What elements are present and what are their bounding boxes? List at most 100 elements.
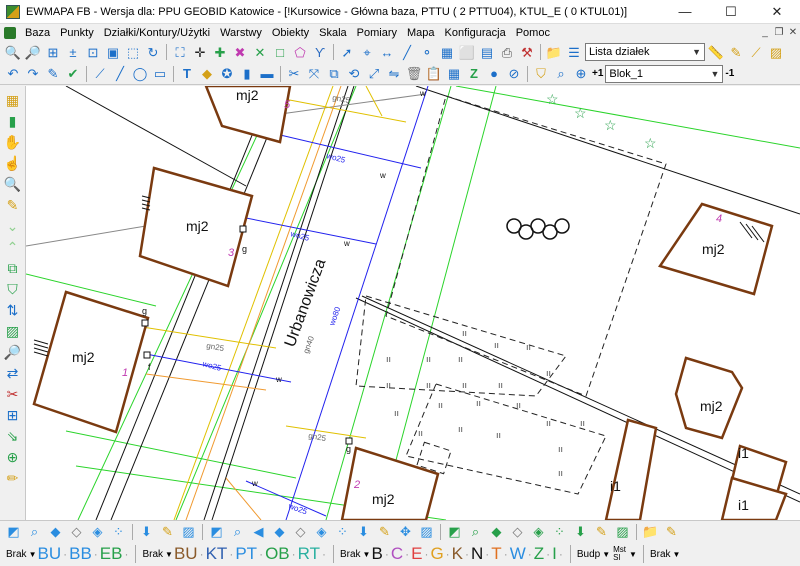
scissors-icon[interactable]: ✂	[3, 384, 23, 403]
budp-dropdown[interactable]: Budp ▼	[577, 549, 610, 560]
block-select[interactable]: Blok_1 ▼	[605, 64, 724, 83]
tag-green-icon[interactable]: ◆	[487, 523, 506, 541]
menu-warstwy[interactable]: Warstwy	[215, 27, 267, 39]
circle-icon[interactable]: ◯	[131, 65, 149, 83]
menu-pomoc[interactable]: Pomoc	[511, 27, 555, 39]
print-icon[interactable]: ⎙	[498, 43, 516, 61]
add-icon[interactable]: ⊕	[3, 447, 23, 466]
pointer-hand-icon[interactable]: ☝	[3, 153, 23, 172]
code-kt[interactable]: KT	[206, 544, 228, 564]
edit-doc-icon[interactable]: ✎	[662, 523, 681, 541]
code-b[interactable]: B	[371, 544, 382, 564]
menu-mapa[interactable]: Mapa	[402, 27, 440, 39]
cut-icon[interactable]: ✂	[285, 65, 303, 83]
menu-skala[interactable]: Skala	[314, 27, 352, 39]
folder-icon[interactable]: 📁	[545, 43, 563, 61]
delete-point-icon[interactable]: ✖	[231, 43, 249, 61]
tag-outline-icon[interactable]: ◇	[67, 523, 86, 541]
symbol-icon[interactable]: ✪	[218, 65, 236, 83]
undo-icon[interactable]: ↶	[4, 65, 22, 83]
edit-icon[interactable]: ✎	[44, 65, 62, 83]
grid-icon[interactable]: ▤	[478, 43, 496, 61]
line-icon[interactable]: ╱	[398, 43, 416, 61]
pencil-icon[interactable]: ✎	[375, 523, 394, 541]
node-icon[interactable]: ⚬	[418, 43, 436, 61]
tag-dots-icon[interactable]: ⁘	[333, 523, 352, 541]
trash-icon[interactable]: 🗑	[405, 65, 423, 83]
brak-dropdown[interactable]: Brak ▼	[340, 549, 370, 560]
code-c[interactable]: C	[391, 544, 403, 564]
minimize-button[interactable]: —	[662, 0, 708, 24]
brak-dropdown[interactable]: Brak ▼	[6, 549, 36, 560]
split-icon[interactable]: ⇅	[3, 300, 23, 319]
list-icon[interactable]: ☰	[565, 43, 583, 61]
arrow-up-icon[interactable]: ⌃	[3, 237, 23, 256]
fit-all-icon[interactable]: ⛶	[171, 43, 189, 61]
move-icon[interactable]: ✥	[396, 523, 415, 541]
tag-blue-icon[interactable]: ◈	[88, 523, 107, 541]
zoom-extent-icon[interactable]: ▣	[104, 43, 122, 61]
select-icon[interactable]: ➚	[338, 43, 356, 61]
tag-outline-icon[interactable]: ◇	[291, 523, 310, 541]
segment-icon[interactable]: ╱	[111, 65, 129, 83]
menu-pomiary[interactable]: Pomiary	[352, 27, 402, 39]
zoom-icon[interactable]: ⌕	[228, 523, 247, 541]
menu-konfiguracja[interactable]: Konfiguracja	[440, 27, 511, 39]
merge-icon[interactable]: ⧉	[3, 258, 23, 277]
download-icon[interactable]: ⬇	[137, 523, 156, 541]
snap-icon[interactable]: ⌖	[358, 43, 376, 61]
parcel-list-select[interactable]: Lista działek ▼	[585, 43, 705, 61]
chevron-down-icon[interactable]: ▼	[629, 550, 637, 559]
polyline-icon[interactable]: ⟋	[91, 65, 109, 83]
mirror-icon[interactable]: ⇋	[385, 65, 403, 83]
menu-obiekty[interactable]: Obiekty	[267, 27, 314, 39]
code-i[interactable]: I	[552, 544, 557, 564]
layers-icon[interactable]: ▦	[445, 65, 463, 83]
edit-node-icon[interactable]: ⊞	[3, 405, 23, 424]
hatch-icon[interactable]: ▨	[417, 523, 436, 541]
add-point-icon[interactable]: ✚	[211, 43, 229, 61]
accept-icon[interactable]: ✔	[64, 65, 82, 83]
no-entry-icon[interactable]: ⊘	[505, 65, 523, 83]
close-button[interactable]: ✕	[754, 0, 800, 24]
dot-icon[interactable]: ●	[485, 65, 503, 83]
pencil-icon[interactable]: ✎	[592, 523, 611, 541]
cross-icon[interactable]: ✕	[251, 43, 269, 61]
maximize-button[interactable]: ☐	[708, 0, 754, 24]
tag-green-alt-icon[interactable]: ◈	[529, 523, 548, 541]
layer-alt-icon[interactable]: ◩	[207, 523, 226, 541]
zoom-frame-icon[interactable]: ⬚	[124, 43, 142, 61]
zoom-plus-icon[interactable]: ±	[64, 43, 82, 61]
code-g[interactable]: G	[430, 544, 443, 564]
zone-icon[interactable]: Z	[465, 65, 483, 83]
hatch-icon[interactable]: ▨	[179, 523, 198, 541]
polygon-icon[interactable]: ⬠	[291, 43, 309, 61]
ruler-icon[interactable]: 📏	[707, 43, 725, 61]
pan-icon[interactable]: ✛	[191, 43, 209, 61]
layer-icon[interactable]: ◩	[4, 523, 23, 541]
folder-icon[interactable]: 📁	[641, 523, 660, 541]
mdi-minimize-button[interactable]: _	[758, 27, 772, 38]
mst-sl-toggle[interactable]: Mst Sl	[613, 546, 626, 562]
code-k[interactable]: K	[452, 544, 463, 564]
arrow-left-icon[interactable]: ◀	[249, 523, 268, 541]
map-drawing[interactable]: ☆ ☆ ☆ ☆ ıı ıııııı ıııı ıı ıı ıı ıııı ıııı ıı ıı…	[26, 86, 800, 520]
zoom-out-icon[interactable]: 🔎	[24, 43, 42, 61]
menu-punkty[interactable]: Punkty	[55, 27, 99, 39]
code-rt[interactable]: RT	[298, 544, 320, 564]
query-icon[interactable]: ⌕	[552, 65, 570, 83]
search-icon[interactable]: 🔍	[3, 174, 23, 193]
text-icon[interactable]: T	[178, 65, 196, 83]
filter-icon[interactable]: ⛉	[3, 279, 23, 298]
code-t[interactable]: T	[491, 544, 501, 564]
filter-icon[interactable]: ⛉	[532, 65, 550, 83]
code-pt[interactable]: PT	[235, 544, 257, 564]
clipboard-icon[interactable]: 📋	[425, 65, 443, 83]
chart-icon[interactable]: ▮	[3, 111, 23, 130]
pencil-icon[interactable]: ✎	[158, 523, 177, 541]
rectangle-icon[interactable]: ▭	[151, 65, 169, 83]
code-w[interactable]: W	[510, 544, 526, 564]
move-icon[interactable]: ⤧	[305, 65, 323, 83]
frame-icon[interactable]: ⬜	[458, 43, 476, 61]
zoom-in-icon[interactable]: 🔍	[4, 43, 22, 61]
